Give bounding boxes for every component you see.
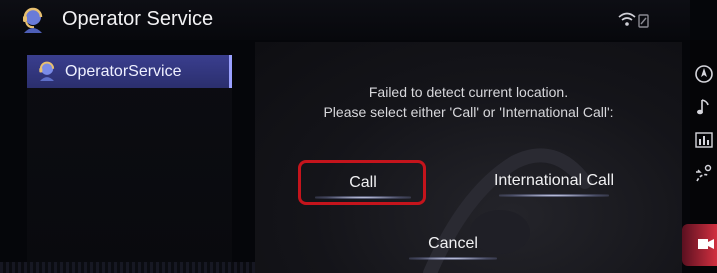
dialog-message-line2: Please select either 'Call' or 'Internat… [323,104,614,120]
cancel-button-label: Cancel [428,235,478,252]
music-note-icon[interactable] [693,96,715,118]
camera-icon [698,239,714,249]
international-call-button-label: International Call [493,172,615,189]
sidebar-item-label: OperatorService [65,63,182,80]
signal-icon [638,14,649,28]
app-header: Operator Service [0,0,690,40]
button-underline [409,257,497,260]
rail-active-tab[interactable] [682,224,717,266]
call-button[interactable]: Call [303,163,423,203]
sidebar: OperatorService [27,55,232,273]
cancel-button[interactable]: Cancel [398,224,508,264]
bottom-strip [0,262,255,273]
international-call-button[interactable]: International Call [485,161,623,201]
wifi-icon [618,12,636,26]
page-title: Operator Service [62,8,214,30]
operator-headset-icon [39,61,55,81]
screen: Operator Service OperatorService Failed … [0,0,717,273]
navigation-icon[interactable] [693,63,715,85]
dialog-message-line1: Failed to detect current location. [368,84,569,100]
button-underline [498,194,610,197]
status-icons [618,12,649,28]
sidebar-item-operatorservice[interactable]: OperatorService [27,55,232,88]
operator-headset-icon [23,7,43,33]
button-underline [315,196,411,199]
call-button-label: Call [349,174,377,191]
equalizer-icon[interactable] [693,129,715,151]
route-icon[interactable] [693,163,715,185]
